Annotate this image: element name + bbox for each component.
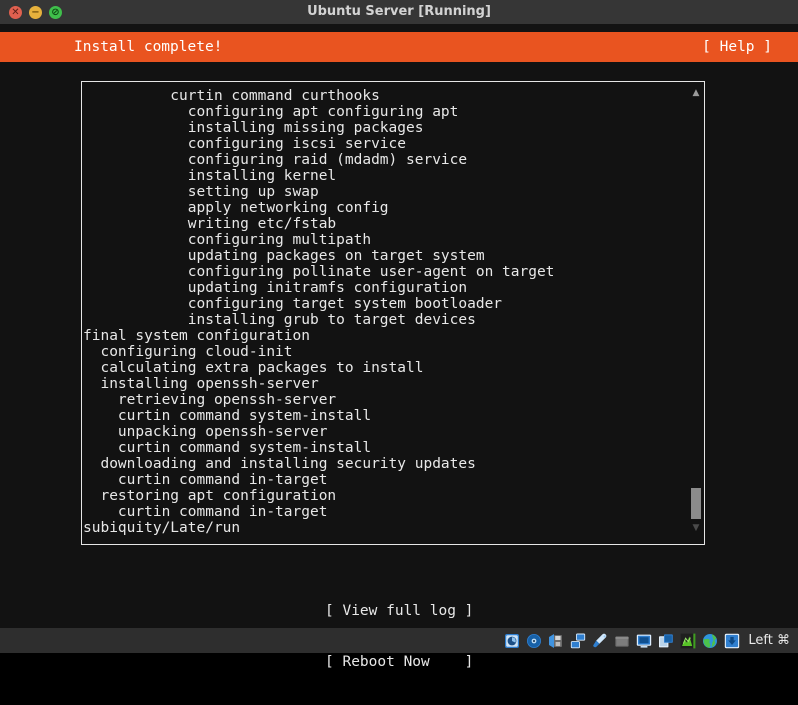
- install-log-lines: curtin command curthooks configuring apt…: [83, 88, 683, 536]
- host-key-icon[interactable]: [724, 633, 740, 649]
- statusbar-icons: [504, 633, 740, 649]
- window-title: Ubuntu Server [Running]: [307, 4, 491, 19]
- minimize-icon: −: [31, 6, 40, 18]
- close-button[interactable]: ✕: [9, 5, 22, 19]
- minimize-button[interactable]: −: [29, 5, 42, 19]
- log-line: retrieving openssh-server: [83, 392, 337, 408]
- window-titlebar: ✕ − ⊘ Ubuntu Server [Running]: [0, 0, 798, 24]
- log-line: configuring apt configuring apt: [83, 104, 459, 120]
- log-line: apply networking config: [83, 200, 389, 216]
- log-line: curtin command system-install: [83, 408, 372, 424]
- log-line: configuring pollinate user-agent on targ…: [83, 264, 555, 280]
- shared-folder-icon[interactable]: [614, 633, 630, 649]
- view-full-log-button[interactable]: [ View full log ]: [325, 603, 473, 620]
- display-icon[interactable]: [636, 633, 652, 649]
- log-line: configuring multipath: [83, 232, 372, 248]
- install-log-box: curtin command curthooks configuring apt…: [81, 81, 705, 545]
- log-line: curtin command in-target: [83, 472, 328, 488]
- log-line: curtin command system-install: [83, 440, 372, 456]
- virtualbox-vm-window: ✕ − ⊘ Ubuntu Server [Running] Install co…: [0, 0, 798, 670]
- log-line: installing missing packages: [83, 120, 424, 136]
- log-line: subiquity/Late/run: [83, 520, 241, 536]
- maximize-button[interactable]: ⊘: [49, 5, 62, 19]
- log-scrollbar[interactable]: ▲ ▼: [689, 83, 703, 544]
- scrollbar-thumb[interactable]: [691, 488, 701, 519]
- usb-icon[interactable]: [592, 633, 608, 649]
- log-line: configuring target system bootloader: [83, 296, 503, 312]
- video-capture-icon[interactable]: [658, 633, 674, 649]
- help-button[interactable]: [ Help ]: [702, 32, 772, 62]
- log-line: installing grub to target devices: [83, 312, 476, 328]
- scroll-down-arrow-icon[interactable]: ▼: [691, 523, 701, 533]
- log-line: unpacking openssh-server: [83, 424, 328, 440]
- log-line: updating packages on target system: [83, 248, 485, 264]
- log-line: setting up swap: [83, 184, 319, 200]
- globe-icon[interactable]: [702, 633, 718, 649]
- titlebar-gap: [0, 24, 798, 32]
- log-line: configuring iscsi service: [83, 136, 407, 152]
- recording-icon[interactable]: [680, 633, 696, 649]
- host-key-label: Left ⌘: [748, 633, 790, 648]
- log-line: calculating extra packages to install: [83, 360, 424, 376]
- log-line: curtin command curthooks: [83, 88, 380, 104]
- log-line: restoring apt configuration: [83, 488, 337, 504]
- optical-disc-icon[interactable]: [526, 633, 542, 649]
- log-line: curtin command in-target: [83, 504, 328, 520]
- log-line: configuring cloud-init: [83, 344, 293, 360]
- maximize-icon: ⊘: [51, 6, 60, 18]
- log-line: configuring raid (mdadm) service: [83, 152, 468, 168]
- log-line: final system configuration: [83, 328, 310, 344]
- log-line: installing kernel: [83, 168, 337, 184]
- installer-header-bar: Install complete! [ Help ]: [0, 32, 798, 62]
- reboot-now-button[interactable]: [ Reboot Now ]: [325, 654, 473, 671]
- window-controls: ✕ − ⊘: [0, 5, 62, 19]
- log-line: downloading and installing security upda…: [83, 456, 476, 472]
- log-line: writing etc/fstab: [83, 216, 337, 232]
- log-line: installing openssh-server: [83, 376, 319, 392]
- hard-disk-icon[interactable]: [504, 633, 520, 649]
- log-line: updating initramfs configuration: [83, 280, 468, 296]
- floppy-disk-icon[interactable]: [548, 633, 564, 649]
- scroll-up-arrow-icon[interactable]: ▲: [691, 88, 701, 98]
- virtualbox-statusbar: Left ⌘: [0, 628, 798, 653]
- page-title: Install complete!: [74, 39, 223, 55]
- installer-screen: curtin command curthooks configuring apt…: [0, 62, 798, 670]
- close-icon: ✕: [11, 6, 20, 18]
- network-icon[interactable]: [570, 633, 586, 649]
